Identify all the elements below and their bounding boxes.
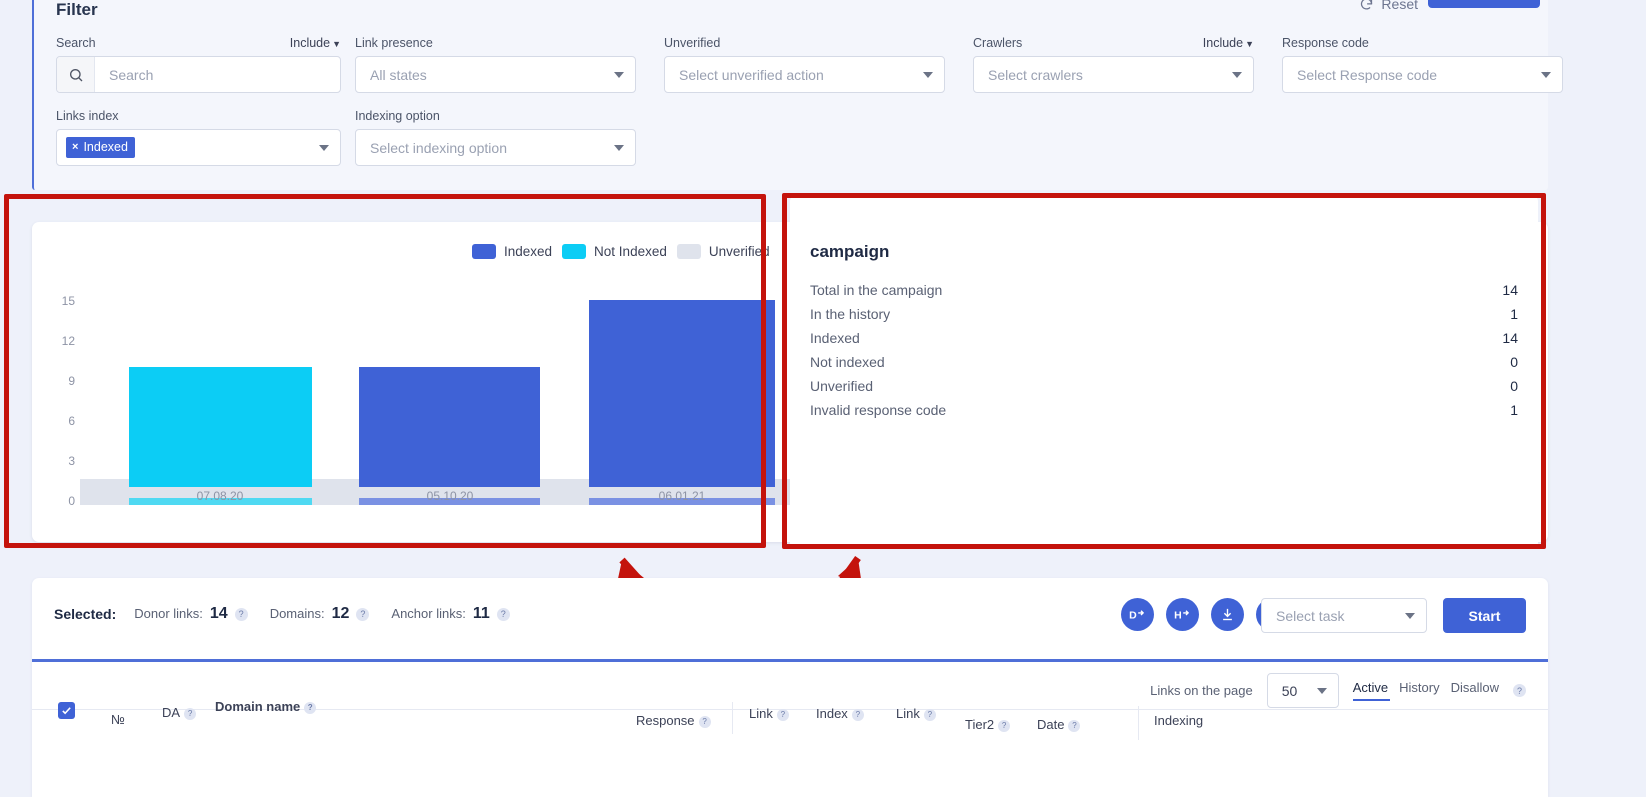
page-title: Filter (56, 0, 98, 19)
search-input[interactable]: Search (56, 56, 341, 93)
field-links-index: Links index × Indexed (56, 109, 341, 166)
section-divider (32, 659, 1548, 662)
chevron-down-icon (923, 71, 933, 78)
link-presence-select[interactable]: All states (355, 56, 636, 93)
indexing-option-label: Indexing option (355, 109, 440, 123)
indexing-option-select[interactable]: Select indexing option (355, 129, 636, 166)
crawlers-include-toggle[interactable]: Include ▼ (1203, 36, 1254, 50)
svg-text:H: H (1174, 609, 1182, 621)
links-index-select[interactable]: × Indexed (56, 129, 341, 166)
reset-button[interactable]: Reset (1359, 0, 1418, 12)
chevron-down-icon (1232, 71, 1242, 78)
help-icon[interactable]: ? (851, 708, 864, 721)
help-icon[interactable]: ? (998, 719, 1011, 732)
links-table-card: Selected: Donor links: 14 ? Domains: 12 … (32, 578, 1548, 797)
stat-donor-links: Donor links: 14 ? (134, 605, 248, 623)
crawlers-select[interactable]: Select crawlers (973, 56, 1254, 93)
reset-icon (1361, 0, 1373, 10)
apply-filter-button[interactable]: Filter (1428, 0, 1540, 8)
col-link[interactable]: Link? (749, 706, 789, 721)
response-code-label: Response code (1282, 36, 1369, 50)
remove-chip-icon[interactable]: × (72, 141, 78, 153)
chevron-down-icon (319, 144, 329, 151)
col-index[interactable]: Index? (816, 706, 864, 721)
annotation-rect-campaign (782, 193, 1546, 549)
chevron-down-icon: ▼ (1245, 39, 1254, 49)
link-presence-label: Link presence (355, 36, 433, 50)
stat-anchor-links: Anchor links: 11 ? (391, 605, 510, 623)
col-number[interactable]: № (111, 712, 125, 727)
help-icon[interactable]: ? (234, 607, 248, 621)
chevron-down-icon (1541, 71, 1551, 78)
field-response-code: Response code Select Response code (1282, 36, 1563, 93)
help-icon[interactable]: ? (923, 708, 936, 721)
search-include-toggle[interactable]: Include ▼ (290, 36, 341, 50)
selected-label: Selected: (54, 606, 117, 622)
chevron-down-icon (614, 71, 624, 78)
help-icon[interactable]: ? (698, 715, 711, 728)
col-response[interactable]: Response? (636, 713, 711, 728)
per-page-select[interactable]: 50 (1266, 673, 1339, 708)
tab-active[interactable]: Active (1353, 680, 1388, 701)
unverified-label: Unverified (664, 36, 721, 50)
chevron-down-icon: ▼ (332, 39, 341, 49)
column-separator (732, 702, 733, 734)
search-icon (57, 57, 95, 92)
selection-summary: Selected: Donor links: 14 ? Domains: 12 … (54, 605, 532, 623)
col-indexing[interactable]: Indexing (1154, 713, 1203, 728)
col-domain-name[interactable]: Domain name? (215, 699, 317, 714)
col-date[interactable]: Date? (1037, 717, 1081, 732)
start-button[interactable]: Start (1443, 598, 1526, 633)
tab-disallow[interactable]: Disallow (1451, 680, 1499, 701)
donor-export-button[interactable]: D (1121, 598, 1154, 631)
http-export-button[interactable]: H (1166, 598, 1199, 631)
unverified-select[interactable]: Select unverified action (664, 56, 945, 93)
paging-controls: Links on the page 50 Active History Disa… (1150, 673, 1526, 708)
help-icon[interactable]: ? (1513, 684, 1526, 697)
help-icon[interactable]: ? (356, 607, 370, 621)
svg-text:D: D (1129, 609, 1137, 621)
col-link-2[interactable]: Link? (896, 706, 936, 721)
chevron-down-icon (1316, 687, 1327, 694)
col-da[interactable]: DA? (162, 705, 197, 720)
links-index-label: Links index (56, 109, 119, 123)
links-index-chip-indexed[interactable]: × Indexed (66, 137, 135, 158)
field-link-presence: Link presence All states (355, 36, 636, 93)
field-indexing-option: Indexing option Select indexing option (355, 109, 636, 166)
col-tier2[interactable]: Tier2? (965, 717, 1011, 732)
chevron-down-icon (1405, 612, 1415, 619)
help-icon[interactable]: ? (1068, 719, 1081, 732)
chevron-down-icon (614, 144, 624, 151)
download-button[interactable] (1211, 598, 1244, 631)
response-code-select[interactable]: Select Response code (1282, 56, 1563, 93)
field-crawlers: Crawlers Include ▼ Select crawlers (973, 36, 1254, 93)
stat-domains: Domains: 12 ? (270, 605, 370, 623)
tab-history[interactable]: History (1399, 680, 1439, 701)
active-tab-indicator (1352, 699, 1390, 701)
filter-fields-row-2: Links index × Indexed Indexing option Se… (56, 109, 636, 166)
help-icon[interactable]: ? (776, 708, 789, 721)
field-search: Search Include ▼ Search (56, 36, 341, 93)
help-icon[interactable]: ? (184, 707, 197, 720)
search-placeholder: Search (109, 66, 154, 83)
status-tabs: Active History Disallow (1352, 680, 1499, 701)
table-header: № DA? Domain name? Response? Link? Index… (32, 699, 1548, 797)
annotation-rect-chart (4, 194, 766, 548)
reset-label: Reset (1381, 0, 1418, 12)
select-all-checkbox[interactable] (58, 702, 75, 719)
field-unverified: Unverified Select unverified action (664, 36, 945, 93)
help-icon[interactable]: ? (496, 607, 510, 621)
task-select[interactable]: Select task (1261, 598, 1427, 633)
help-icon[interactable]: ? (304, 701, 317, 714)
column-separator (1138, 706, 1139, 740)
links-on-page-label: Links on the page (1150, 683, 1253, 698)
filter-panel: Filter Reset Filter Search Include▼ Sear… (32, 0, 1563, 190)
filter-fields-row-1: Search Include ▼ Search Link presence All… (56, 36, 1563, 93)
